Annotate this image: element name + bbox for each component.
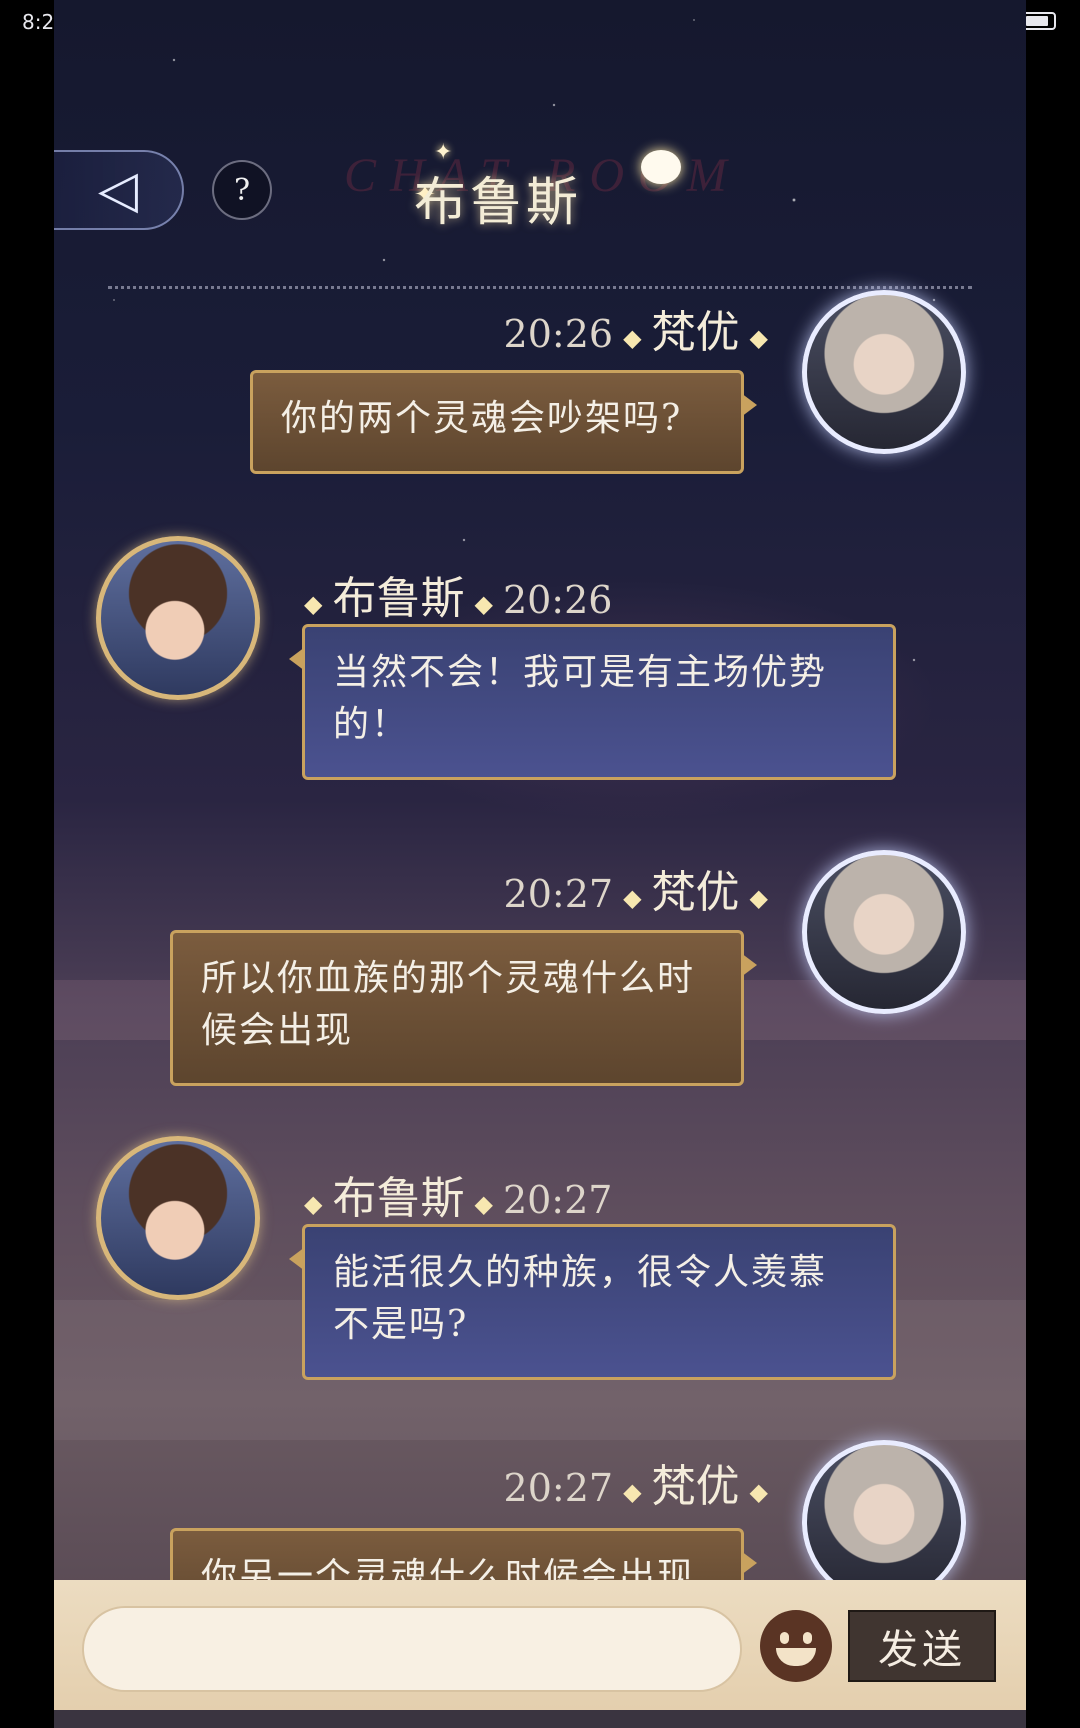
message-text-line: 不是吗? [333, 1304, 469, 1345]
sender-name: 梵优 [651, 307, 740, 358]
diamond-icon: ◆ [749, 323, 768, 352]
send-button[interactable]: 发送 [848, 1610, 996, 1682]
avatar-fanyou[interactable] [802, 850, 966, 1014]
message-bubble-theirs: 当然不会！我可是有主场优势 的！ [289, 624, 896, 780]
message-meta: ◆ 布鲁斯 ◆ 20:27 [294, 1162, 612, 1226]
message-bubble-mine: 所以你血族的那个灵魂什么时 候会出现 [170, 930, 757, 1086]
avatar-bruce[interactable] [96, 1136, 260, 1300]
page-title: 布鲁斯 [414, 173, 583, 233]
chat-room-screen: ◁ ? CHAT ROOM ✦ ✦ 布鲁斯 20:26 ◆ 梵优 ◆ 你的两个灵魂会吵… [54, 0, 1026, 1728]
message-time: 20:27 [503, 1466, 614, 1510]
bottom-strip [54, 1710, 1026, 1728]
emoji-button[interactable] [760, 1610, 832, 1682]
message-meta: 20:26 ◆ 梵优 ◆ [504, 296, 778, 360]
sender-name: 梵优 [651, 1461, 740, 1512]
chat-bubble-icon [641, 150, 681, 184]
message-bubble-theirs: 能活很久的种族，很令人羡慕 不是吗? [289, 1224, 896, 1380]
diamond-icon: ◆ [304, 1189, 323, 1218]
message-text-line: 当然不会！我可是有主场优势 [333, 652, 828, 693]
message-meta: 20:27 ◆ 梵优 ◆ [504, 1450, 778, 1514]
diamond-icon: ◆ [749, 1477, 768, 1506]
message-text-line: 能活很久的种族，很令人羡慕 [333, 1252, 828, 1293]
sender-name: 梵优 [651, 867, 740, 918]
header-divider [108, 286, 972, 289]
message-time: 20:26 [502, 578, 613, 622]
message-time: 20:27 [503, 872, 614, 916]
message-text-line: 候会出现 [201, 1010, 354, 1051]
message-meta: 20:27 ◆ 梵优 ◆ [504, 856, 778, 920]
help-button[interactable]: ? [212, 160, 272, 220]
sender-name: 布鲁斯 [332, 573, 465, 624]
message-meta: ◆ 布鲁斯 ◆ 20:26 [294, 562, 612, 626]
battery-icon [1022, 12, 1056, 30]
message-text-line: 所以你血族的那个灵魂什么时 [201, 958, 696, 999]
diamond-icon: ◆ [474, 589, 493, 618]
message-input[interactable] [82, 1606, 742, 1692]
diamond-icon: ◆ [304, 589, 323, 618]
back-button[interactable]: ◁ [54, 150, 184, 230]
diamond-icon: ◆ [623, 323, 642, 352]
diamond-icon: ◆ [749, 883, 768, 912]
avatar-fanyou[interactable] [802, 290, 966, 454]
message-time: 20:26 [503, 312, 614, 356]
diamond-icon: ◆ [623, 1477, 642, 1506]
composer-bar: 发送 [54, 1580, 1026, 1710]
message-time: 20:27 [502, 1178, 613, 1222]
avatar-bruce[interactable] [96, 536, 260, 700]
message-text-line: 的！ [333, 704, 410, 745]
chat-header: ◁ ? CHAT ROOM ✦ ✦ 布鲁斯 [54, 130, 1026, 240]
diamond-icon: ◆ [623, 883, 642, 912]
diamond-icon: ◆ [474, 1189, 493, 1218]
back-arrow-icon: ◁ [98, 160, 138, 220]
message-bubble-mine: 你的两个灵魂会吵架吗? [250, 370, 757, 474]
message-text: 你的两个灵魂会吵架吗? [281, 398, 683, 439]
sender-name: 布鲁斯 [332, 1173, 465, 1224]
question-mark-icon: ? [233, 172, 251, 208]
